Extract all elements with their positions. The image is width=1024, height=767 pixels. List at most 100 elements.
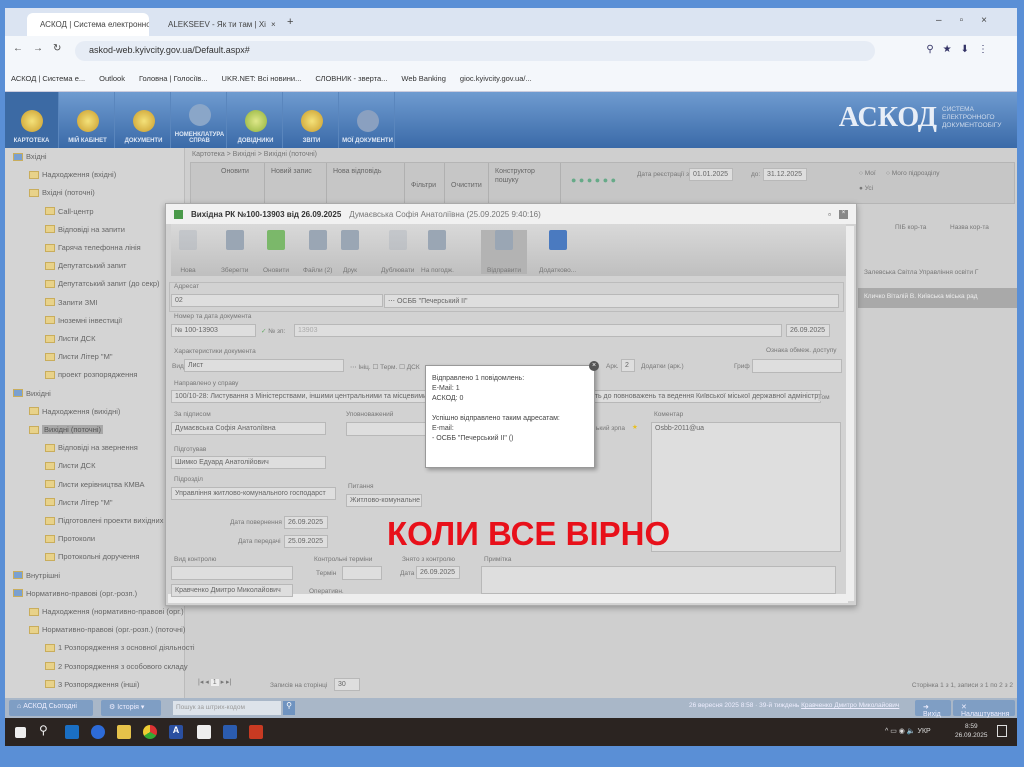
bookmark[interactable]: СЛОВНИК - зверта... [315,74,387,83]
bookmark[interactable]: UKR.NET: Всі новини... [222,74,302,83]
dialog-toolbar-button[interactable]: На погодж. [421,230,454,274]
clear-button[interactable]: Очистити [445,163,489,203]
dialog-toolbar-button[interactable]: Дублювати [381,230,414,274]
maximize-icon[interactable]: ▫ [828,210,831,219]
tree-item[interactable]: Листи ДСК [45,461,95,470]
column-header[interactable]: ПІБ кор-та [895,224,926,231]
bookmark[interactable]: gioc.kyivcity.gov.ua/... [460,74,532,83]
tree-item[interactable]: Вхідні (поточні) [29,188,95,197]
askod-app-icon[interactable]: A [169,725,183,739]
browser-toolbar-icons[interactable]: ⚲★⬇⋮ [926,44,997,55]
nav-kartoteka[interactable]: КАРТОТЕКА [5,92,59,148]
tree-item[interactable]: 2 Розпорядження з особового складу [45,662,188,671]
signer-input[interactable]: Думаєвська Софія Анатоліївна [171,422,326,435]
comment-input[interactable]: Osbb-2011@ua [651,422,841,552]
dialog-toolbar-button[interactable]: Файли (2) [303,230,332,274]
nav-buttons[interactable]: ←→↻ [13,43,71,54]
radio-mine[interactable]: ○ Мої [859,170,876,177]
date-to-input[interactable]: 31.12.2025 [763,168,807,181]
search-icon[interactable]: ⚲ [283,701,295,715]
powerpoint-icon[interactable] [249,725,263,739]
tree-item[interactable]: Надходження (вхідні) [29,170,116,179]
controller-input[interactable]: Кравченко Дмитро Миколайович [171,584,293,597]
note-input[interactable] [481,566,836,594]
tree-item[interactable]: 3 Розпорядження (інші) [45,680,139,689]
kind-input[interactable]: Лист [184,359,344,372]
nav-nomenclature[interactable]: НОМЕНКЛАТУРА СПРАВ [173,92,227,148]
zoom-icon[interactable] [91,725,105,739]
inic-checkbox[interactable]: ⋯ Ініц. ☐ Терм. ☐ ДСК [350,363,420,371]
word-icon[interactable] [223,725,237,739]
tree-item[interactable]: Протоколи [45,534,95,543]
grif-select[interactable] [752,359,842,373]
refresh-button[interactable]: Оновити [215,163,265,203]
tree-item[interactable]: Call-центр [45,207,94,216]
tree-item[interactable]: Запити ЗМІ [45,298,98,307]
bookmark[interactable]: Web Banking [401,74,445,83]
dialog-toolbar-button[interactable]: Зберегти [221,230,248,274]
tree-item[interactable]: 1 Розпорядження з основної діяльності [45,643,195,652]
table-row[interactable]: Залевська Світла Управління освіти Г [858,264,1017,284]
tree-item[interactable]: Гаряча телефонна лінія [45,243,141,252]
nav-my-cabinet[interactable]: МІЙ КАБІНЕТ [61,92,115,148]
tree-item[interactable]: Протокольні доручення [45,552,139,561]
new-record-button[interactable]: Новий запис [265,163,327,203]
radio-all[interactable]: ● Усі [859,185,873,192]
tree-item[interactable]: Підготовлені проекти вихідних [45,516,163,525]
return-date[interactable]: 26.09.2025 [284,516,328,529]
addressee-code[interactable]: 02 [171,294,383,307]
tree-item[interactable]: Надходження (нормативно-правові (орг.) [29,607,184,616]
tree-item[interactable]: Листи Літер "М" [45,352,113,361]
tree-item[interactable]: Нормативно-правові (орг.-розп.) (поточні… [29,625,185,634]
doc-date[interactable]: 26.09.2025 [786,324,830,337]
dept-input[interactable]: Управління житлово-комунального господар… [171,487,336,500]
removed-date[interactable]: 26.09.2025 [416,566,460,579]
history-button[interactable]: ⚙ Історія ▾ [101,700,161,716]
url-input[interactable]: askod-web.kyivcity.gov.ua/Default.aspx# [75,41,875,61]
settings-button[interactable]: ✕ Налаштування [953,700,1015,718]
column-header[interactable]: Назва кор-та [950,224,989,231]
vertical-scrollbar[interactable] [846,226,854,601]
system-tray[interactable]: ^ ▭ ◉ 🔈 УКР [885,727,931,735]
windows-start-icon[interactable] [15,727,26,738]
exit-button[interactable]: ➜ Вихід [915,700,951,718]
table-row-selected[interactable]: Кличко Віталій В. Київська міська рад [858,288,1017,308]
window-controls[interactable]: –▫× [936,15,1005,26]
dialog-toolbar-button[interactable]: Нова [179,230,197,274]
tree-item[interactable]: Відповіді на запити [45,225,125,234]
tree-item[interactable]: Листи ДСК [45,334,95,343]
search-icon[interactable]: ⚲ [39,723,53,737]
bookmark[interactable]: АСКОД | Система е... [11,74,85,83]
askod-today-button[interactable]: ⌂ АСКОД Сьогодні [9,700,93,716]
tree-item[interactable]: Вихідні [13,389,51,398]
nav-documents[interactable]: ДОКУМЕНТИ [117,92,171,148]
tree-item[interactable]: Відповіді на звернення [45,443,138,452]
topic-input[interactable]: Житлово-комунальне г [346,494,422,507]
nav-directories[interactable]: ДОВІДНИКИ [229,92,283,148]
barcode-search-input[interactable]: Пошук за штрих-кодом [173,701,281,715]
dialog-toolbar-button[interactable]: Додатково... [539,230,576,274]
bookmark[interactable]: Outlook [99,74,125,83]
tree-item[interactable]: Вихідні (поточні) [29,425,104,434]
radio-department[interactable]: ○ Мого підрозділу [886,170,940,177]
doc-number[interactable]: № 100-13903 [171,324,256,337]
dialog-toolbar-button[interactable]: Друк [341,230,359,274]
file-explorer-icon[interactable] [117,725,131,739]
star-icon[interactable]: ★ [632,423,638,431]
pager[interactable]: |◂ ◂ 1 ▸ ▸| [198,678,231,686]
tree-item[interactable]: Листи Літер "М" [45,498,113,507]
tree-item[interactable]: Листи керівництва КМВА [45,480,145,489]
tree-item[interactable]: Надходження (вихідні) [29,407,120,416]
new-tab-button[interactable]: + [287,16,293,28]
nav-reports[interactable]: ЗВІТИ [285,92,339,148]
filters-button[interactable]: Фільтри [405,163,445,203]
tree-item[interactable]: проект розпорядження [45,370,137,379]
tree-item[interactable]: Іноземні інвестиції [45,316,122,325]
user-link[interactable]: Кравченко Дмитро Миколайович [801,702,899,709]
search-builder-button[interactable]: Конструктор пошуку [489,163,561,203]
tree-item[interactable]: Внутрішні [13,571,60,580]
popup-close-icon[interactable]: × [589,361,599,371]
tab-askod[interactable]: АСКОД | Система електронно× [27,13,149,36]
tab-alekseev[interactable]: ALEKSEEV - Як ти там | Хі × [155,13,283,36]
prepared-input[interactable]: Шимко Едуард Анатолійович [171,456,326,469]
